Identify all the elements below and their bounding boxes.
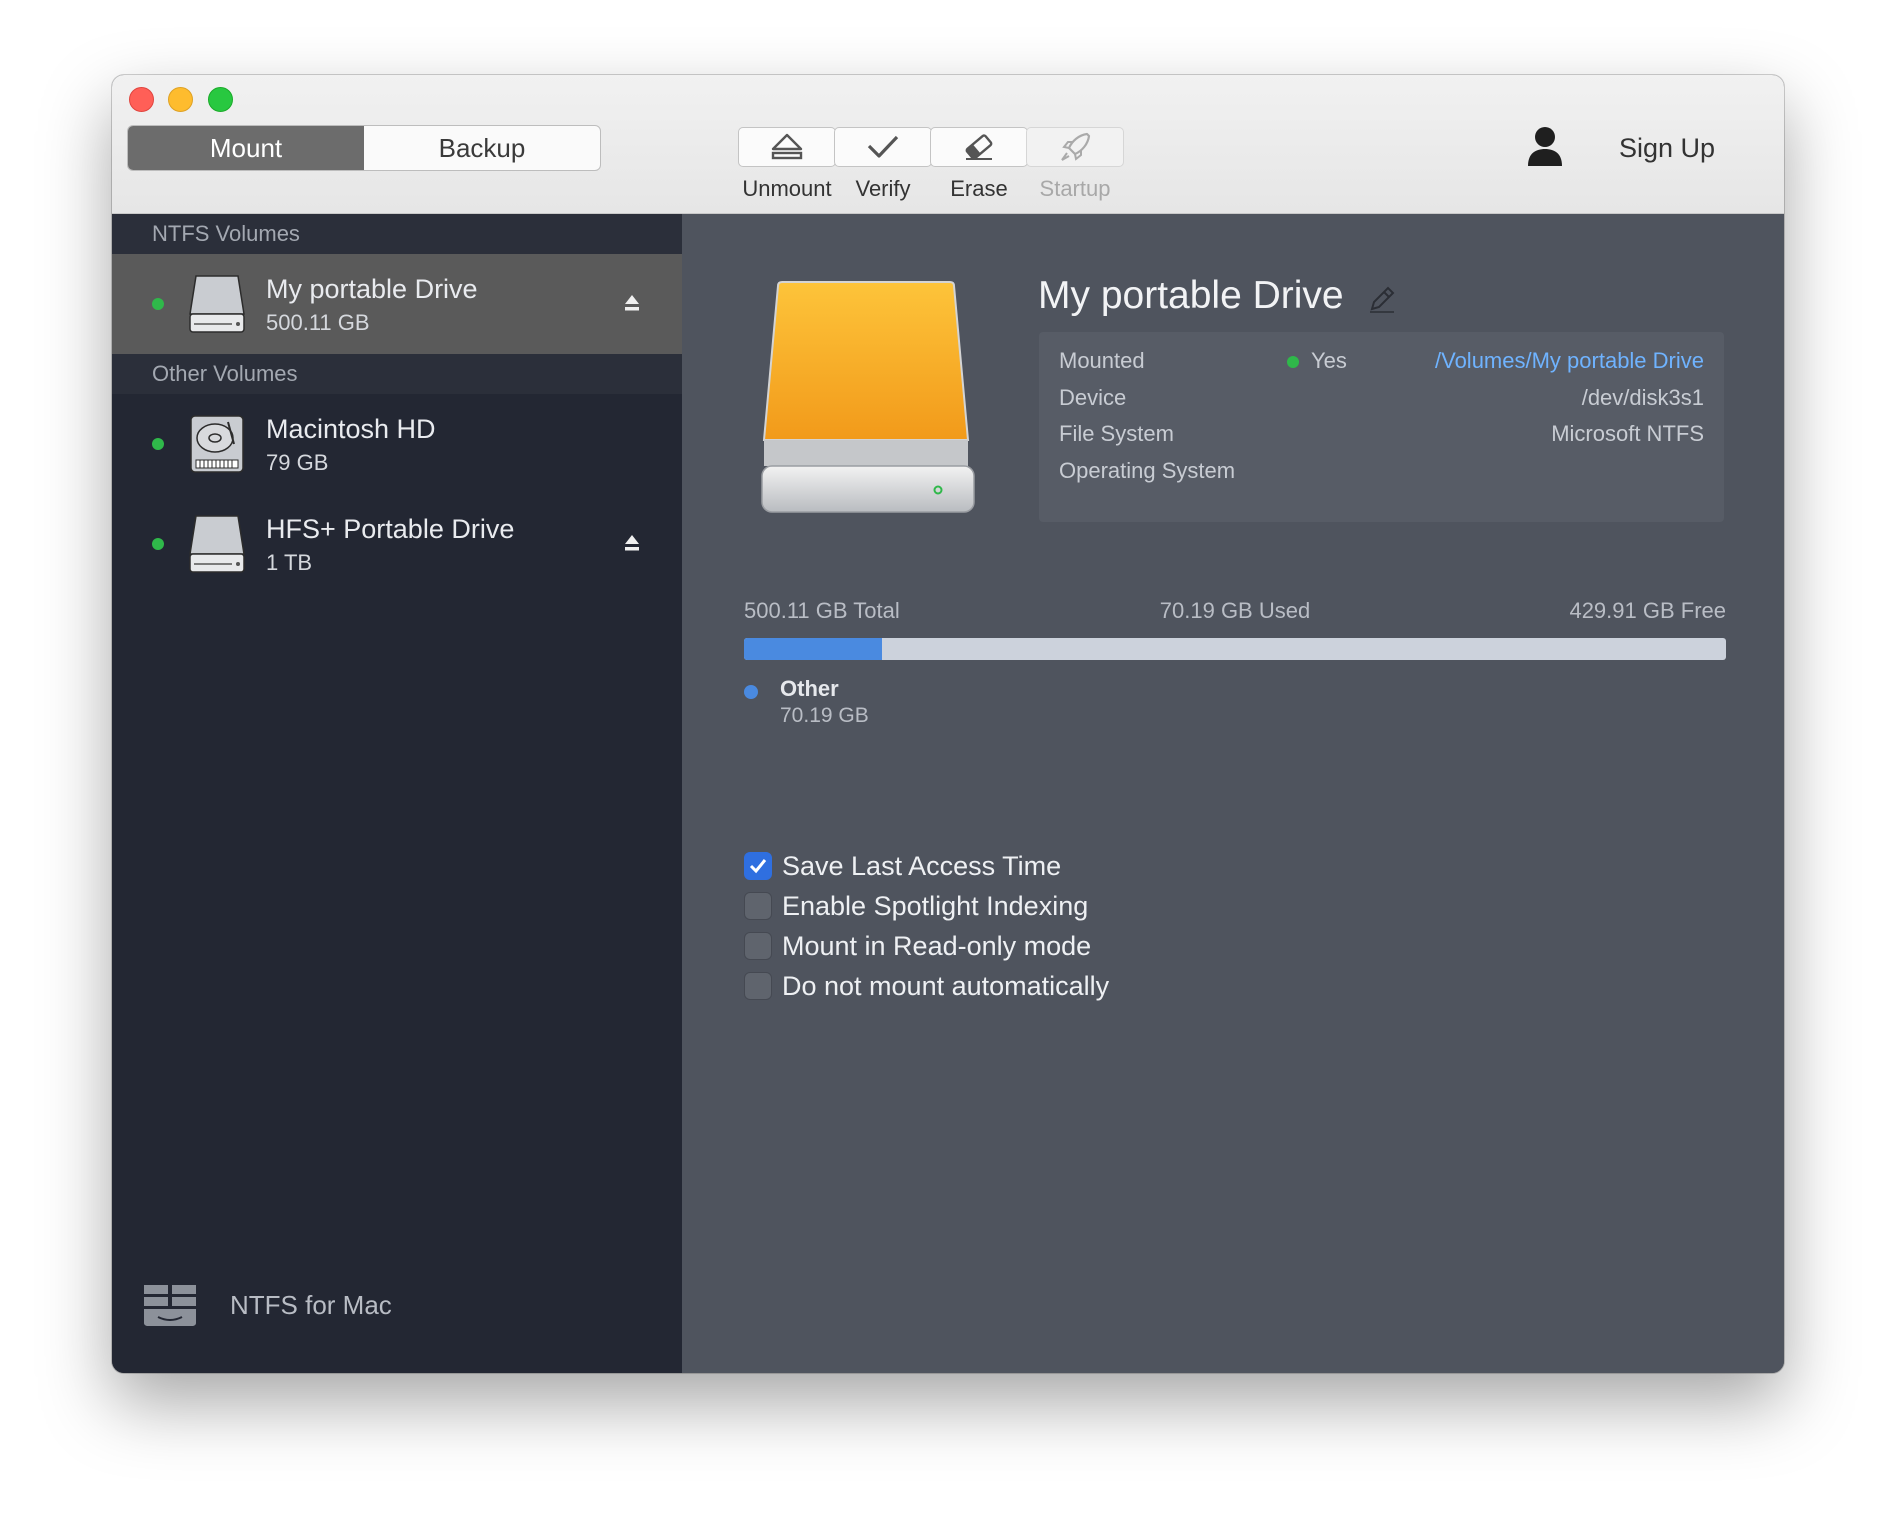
info-key: Device	[1059, 385, 1127, 410]
mode-segmented-control: Mount Backup	[127, 125, 601, 171]
startup-tool: Startup	[1025, 127, 1125, 202]
info-key: Mounted	[1059, 348, 1145, 373]
unmount-button[interactable]	[738, 127, 836, 167]
ntfs-volumes-header: NTFS Volumes	[112, 214, 682, 254]
checkmark-icon	[749, 859, 767, 874]
title-row: My portable Drive	[1038, 274, 1398, 318]
volume-size: 500.11 GB	[266, 310, 370, 335]
verify-tool[interactable]: Verify	[833, 127, 933, 202]
erase-button[interactable]	[930, 127, 1028, 167]
large-drive-icon	[761, 281, 975, 513]
capacity-summary: 500.11 GB Total 70.19 GB Used 429.91 GB …	[744, 598, 1726, 624]
volume-title: My portable Drive	[1038, 274, 1344, 317]
eject-icon[interactable]	[624, 534, 640, 552]
option-label: Enable Spotlight Indexing	[782, 890, 1089, 921]
sidebar-volume-item[interactable]: My portable Drive 500.11 GB	[112, 254, 682, 354]
startup-button	[1026, 127, 1124, 167]
eject-icon	[771, 133, 803, 160]
toolbar: Mount Backup Unmount Verify Erase Startu…	[112, 75, 1784, 214]
mounted-status: Yes	[1287, 348, 1347, 374]
volume-size: 1 TB	[266, 550, 313, 575]
legend-dot	[744, 685, 758, 699]
mount-path-link[interactable]: /Volumes/My portable Drive	[1435, 348, 1704, 374]
minimize-window-button[interactable]	[168, 87, 193, 112]
option-label: Do not mount automatically	[782, 970, 1110, 1001]
user-account-icon[interactable]	[1526, 125, 1564, 167]
verify-label: Verify	[855, 176, 911, 201]
mounted-status-dot	[152, 438, 164, 450]
internal-hard-disk-icon	[190, 415, 244, 473]
info-row-operating-system: Operating System	[1059, 458, 1704, 488]
backup-tab[interactable]: Backup	[364, 126, 600, 170]
mount-options: Save Last Access Time Enable Spotlight I…	[744, 846, 1109, 1006]
legend-size: 70.19 GB	[780, 704, 869, 727]
option-label: Mount in Read-only mode	[782, 930, 1092, 961]
startup-label: Startup	[1039, 176, 1111, 201]
ntfs-logo-icon	[144, 1285, 196, 1326]
status-dot	[1287, 356, 1299, 368]
legend-name: Other	[780, 676, 839, 701]
checkbox[interactable]	[744, 892, 772, 920]
eject-icon[interactable]	[624, 294, 640, 312]
info-row-device: Device /dev/disk3s1	[1059, 385, 1704, 415]
external-drive-icon	[189, 515, 245, 573]
sidebar: NTFS Volumes My portable Drive 500.11 GB…	[112, 214, 682, 1373]
volume-detail-pane: My portable Drive Mounted Yes /Volumes/M…	[682, 214, 1784, 1373]
info-key: File System	[1059, 421, 1174, 446]
unmount-tool[interactable]: Unmount	[737, 127, 837, 202]
mounted-value: Yes	[1311, 348, 1347, 373]
sidebar-volume-item[interactable]: Macintosh HD 79 GB	[112, 394, 682, 494]
volume-name: Macintosh HD	[266, 414, 436, 444]
external-drive-icon	[189, 275, 245, 333]
rocket-icon	[1061, 132, 1091, 161]
option-enable-spotlight-indexing[interactable]: Enable Spotlight Indexing	[744, 886, 1109, 926]
sidebar-volume-item[interactable]: HFS+ Portable Drive 1 TB	[112, 494, 682, 594]
usage-bar-fill	[744, 638, 882, 660]
info-value: Microsoft NTFS	[1551, 421, 1704, 446]
app-window: Mount Backup Unmount Verify Erase Startu…	[112, 75, 1784, 1373]
other-volumes-header: Other Volumes	[112, 354, 682, 394]
sign-up-link[interactable]: Sign Up	[1619, 133, 1715, 164]
edit-pencil-icon[interactable]	[1366, 283, 1398, 315]
brand-name: NTFS for Mac	[230, 1289, 392, 1320]
free-capacity: 429.91 GB Free	[1569, 598, 1726, 623]
info-row-file-system: File System Microsoft NTFS	[1059, 421, 1704, 451]
verify-button[interactable]	[834, 127, 932, 167]
info-value: /dev/disk3s1	[1581, 385, 1704, 410]
volume-name: My portable Drive	[266, 274, 478, 304]
mount-tab[interactable]: Mount	[128, 126, 364, 170]
eraser-icon	[965, 134, 993, 160]
usage-bar	[744, 638, 1726, 660]
mounted-status-dot	[152, 298, 164, 310]
checkbox[interactable]	[744, 852, 772, 880]
erase-tool[interactable]: Erase	[929, 127, 1029, 202]
close-window-button[interactable]	[129, 87, 154, 112]
option-label: Save Last Access Time	[782, 850, 1062, 881]
option-do-not-mount-automatically[interactable]: Do not mount automatically	[744, 966, 1109, 1006]
erase-label: Erase	[950, 176, 1008, 201]
info-row-mounted: Mounted Yes /Volumes/My portable Drive	[1059, 348, 1704, 378]
mounted-status-dot	[152, 538, 164, 550]
checkbox[interactable]	[744, 972, 772, 1000]
volume-info-panel: Mounted Yes /Volumes/My portable Drive D…	[1039, 332, 1724, 522]
option-mount-read-only[interactable]: Mount in Read-only mode	[744, 926, 1109, 966]
volume-name: HFS+ Portable Drive	[266, 514, 515, 544]
info-key: Operating System	[1059, 458, 1236, 483]
zoom-window-button[interactable]	[208, 87, 233, 112]
checkbox[interactable]	[744, 932, 772, 960]
app-brand: NTFS for Mac	[142, 1283, 392, 1327]
checkmark-icon	[867, 135, 899, 158]
option-save-last-access-time[interactable]: Save Last Access Time	[744, 846, 1109, 886]
volume-size: 79 GB	[266, 450, 329, 475]
unmount-label: Unmount	[742, 176, 832, 201]
